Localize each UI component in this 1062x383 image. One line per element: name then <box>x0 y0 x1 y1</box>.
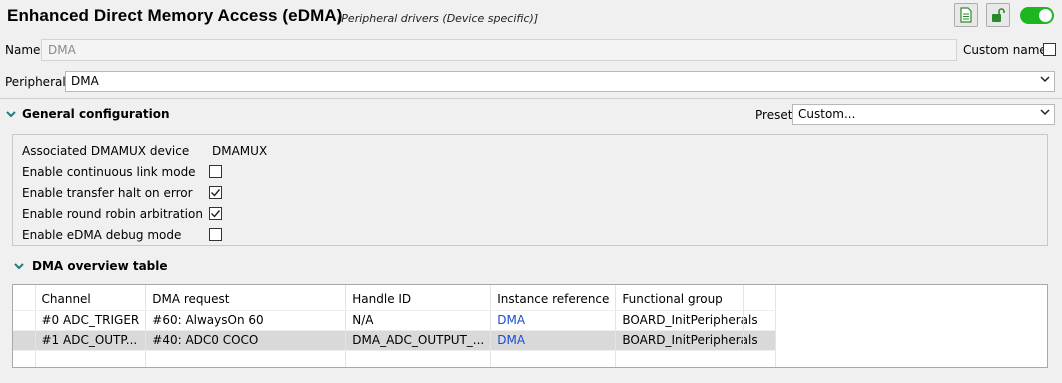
row-header-cell <box>13 330 36 351</box>
row-header-cell <box>13 285 36 311</box>
custom-name-label: Custom name <box>963 43 1047 57</box>
empty-cell <box>345 350 492 367</box>
empty-cell <box>35 350 147 367</box>
dma-request-cell[interactable]: #60: AlwaysOn 60 <box>145 310 347 331</box>
checkmark-icon <box>211 210 221 218</box>
row-header-cell <box>13 310 36 331</box>
column-header-dma-request[interactable]: DMA request <box>145 285 347 311</box>
dma-request-cell[interactable]: #40: ADC0 COCO <box>145 330 347 351</box>
name-label: Name <box>5 43 41 57</box>
row-header-cell <box>13 350 36 367</box>
toggle-knob <box>1039 9 1052 22</box>
debug-mode-checkbox[interactable] <box>209 228 222 241</box>
continuous-link-checkbox[interactable] <box>209 165 222 178</box>
dma-overview-table: Channel DMA request Handle ID Instance r… <box>12 284 1048 368</box>
custom-name-checkbox[interactable] <box>1043 43 1056 56</box>
dmamux-label: Associated DMAMUX device <box>22 144 190 158</box>
checkmark-icon <box>211 189 221 197</box>
name-field[interactable]: DMA <box>41 39 957 61</box>
unlock-icon[interactable] <box>986 3 1010 27</box>
page-subtitle: [Peripheral drivers (Device specific)] <box>337 12 539 25</box>
halt-on-error-checkbox[interactable] <box>209 186 222 199</box>
page-title: Enhanced Direct Memory Access (eDMA) <box>7 6 343 25</box>
peripheral-value: DMA <box>71 74 99 88</box>
instance-reference-link[interactable]: DMA <box>490 310 617 331</box>
empty-cell <box>615 350 777 367</box>
column-header-functional-group[interactable]: Functional group <box>615 285 777 311</box>
general-config-group: Associated DMAMUX device DMAMUX Enable c… <box>12 134 1048 246</box>
instance-reference-link[interactable]: DMA <box>490 330 617 351</box>
round-robin-checkbox[interactable] <box>209 207 222 220</box>
chevron-down-icon <box>14 263 24 270</box>
column-header-handle-id[interactable]: Handle ID <box>345 285 492 311</box>
chevron-down-icon <box>1040 75 1050 86</box>
overview-header[interactable]: DMA overview table <box>13 259 168 273</box>
divider <box>0 98 1062 99</box>
handle-id-cell[interactable]: DMA_ADC_OUTPUT_... <box>345 330 492 351</box>
table-row[interactable]: #0 ADC_TRIGER #60: AlwaysOn 60 N/A DMA B… <box>13 310 777 331</box>
channel-cell[interactable]: #0 ADC_TRIGER <box>35 310 147 331</box>
column-header-channel[interactable]: Channel <box>35 285 147 311</box>
channel-cell[interactable]: #1 ADC_OUTP... <box>35 330 147 351</box>
functional-group-cell[interactable]: BOARD_InitPeripherals <box>615 330 777 351</box>
peripheral-select[interactable]: DMA <box>65 71 1055 92</box>
table-row-empty <box>13 350 777 367</box>
empty-cell <box>490 350 617 367</box>
table-header-row: Channel DMA request Handle ID Instance r… <box>13 285 777 311</box>
table-row[interactable]: #1 ADC_OUTP... #40: ADC0 COCO DMA_ADC_OU… <box>13 330 777 351</box>
preset-value: Custom... <box>798 107 856 121</box>
chevron-down-icon <box>6 111 16 118</box>
round-robin-label: Enable round robin arbitration <box>22 207 203 221</box>
halt-on-error-label: Enable transfer halt on error <box>22 186 193 200</box>
preset-select[interactable]: Custom... <box>792 104 1055 125</box>
document-icon[interactable] <box>954 3 978 27</box>
general-config-header[interactable]: General configuration <box>5 107 170 121</box>
preset-label: Preset <box>755 108 793 122</box>
column-divider <box>743 285 744 349</box>
enable-toggle-switch[interactable] <box>1020 7 1054 24</box>
peripheral-label: Peripheral <box>5 75 66 89</box>
continuous-link-label: Enable continuous link mode <box>22 165 196 179</box>
functional-group-cell[interactable]: BOARD_InitPeripherals <box>615 310 777 331</box>
section-heading: General configuration <box>22 107 170 121</box>
chevron-down-icon <box>1040 108 1050 119</box>
dmamux-value: DMAMUX <box>212 144 268 158</box>
handle-id-cell[interactable]: N/A <box>345 310 492 331</box>
section-heading: DMA overview table <box>32 259 168 273</box>
debug-mode-label: Enable eDMA debug mode <box>22 228 182 242</box>
empty-cell <box>145 350 347 367</box>
column-header-instance-reference[interactable]: Instance reference <box>490 285 617 311</box>
